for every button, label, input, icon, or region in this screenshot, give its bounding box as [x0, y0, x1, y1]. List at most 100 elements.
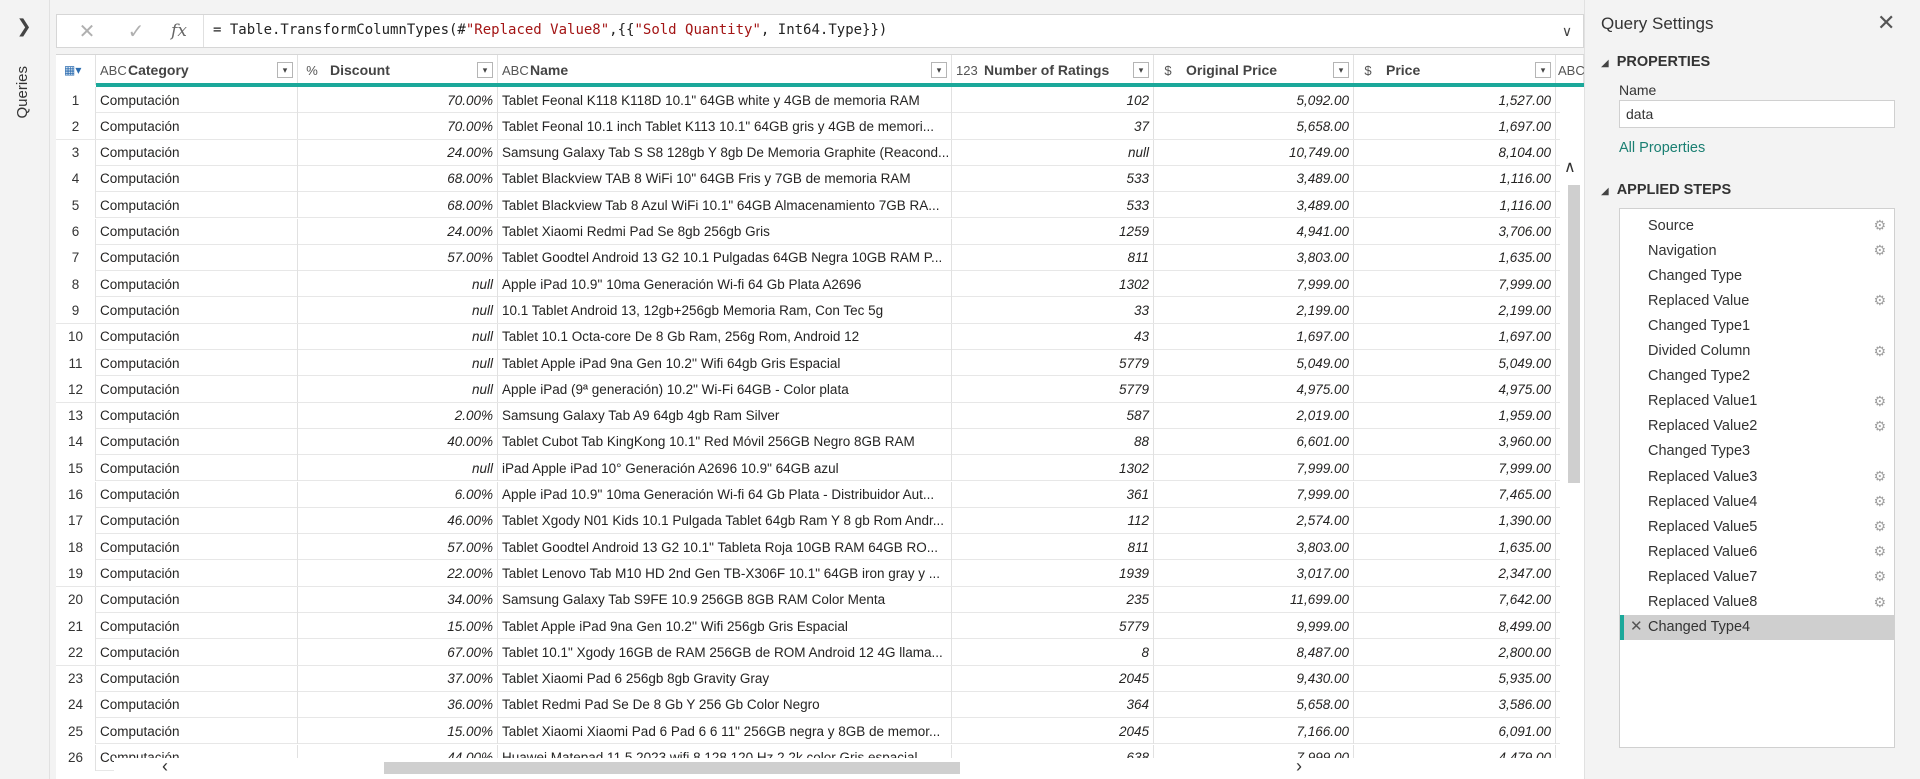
all-properties-link[interactable]: All Properties	[1619, 140, 1705, 156]
cell-price[interactable]: 2,800.00	[1354, 639, 1556, 666]
cell-discount[interactable]: null	[298, 323, 498, 350]
cell-name[interactable]: Tablet Xiaomi Pad 6 256gb 8gb Gravity Gr…	[498, 665, 952, 692]
cell-name[interactable]: Tablet Redmi Pad Se De 8 Gb Y 256 Gb Col…	[498, 691, 952, 718]
cell-category[interactable]: Computación	[96, 323, 298, 350]
properties-section[interactable]: ◢ PROPERTIES	[1601, 54, 1710, 70]
cell-price[interactable]: 2,199.00	[1354, 297, 1556, 324]
scroll-left-icon[interactable]: ‹	[162, 756, 168, 777]
table-row[interactable]: 7 Computación 57.00% Tablet Goodtel Android…	[56, 244, 1584, 272]
cell-price[interactable]: 7,642.00	[1354, 586, 1556, 613]
cell-category[interactable]: Computación	[96, 87, 298, 113]
column-header-price[interactable]: $ Price ▾	[1354, 55, 1556, 85]
cell-price[interactable]: 1,116.00	[1354, 165, 1556, 192]
cell-name[interactable]: Tablet Cubot Tab KingKong 10.1" Red Móvi…	[498, 428, 952, 455]
chevron-right-icon[interactable]: ❯	[14, 16, 34, 36]
cell-discount[interactable]: 37.00%	[298, 665, 498, 692]
cell-name[interactable]: Tablet Lenovo Tab M10 HD 2nd Gen TB-X306…	[498, 560, 952, 587]
cell-discount[interactable]: null	[298, 376, 498, 403]
cell-original[interactable]: 8,487.00	[1154, 639, 1354, 666]
table-row[interactable]: 8 Computación null Apple iPad 10.9'' 10ma G…	[56, 271, 1584, 298]
cell-ratings[interactable]: 811	[952, 534, 1154, 561]
cell-price[interactable]: 3,586.00	[1354, 691, 1556, 718]
cell-ratings[interactable]: 533	[952, 165, 1154, 192]
cell-price[interactable]: 1,697.00	[1354, 113, 1556, 140]
cell-ratings[interactable]: 1302	[952, 271, 1154, 298]
table-row[interactable]: 19 Computación 22.00% Tablet Lenovo Tab M10…	[56, 560, 1584, 587]
table-row[interactable]: 17 Computación 46.00% Tablet Xgody N01 Kids…	[56, 507, 1584, 535]
fx-icon[interactable]: fx	[163, 19, 195, 43]
cell-name[interactable]: Tablet Goodtel Android 13 G2 10.1" Table…	[498, 534, 952, 561]
close-icon[interactable]: ✕	[1877, 10, 1895, 36]
commit-formula-icon[interactable]: ✓	[120, 19, 152, 43]
chevron-down-icon[interactable]: ∨	[1557, 21, 1577, 41]
cell-name[interactable]: Samsung Galaxy Tab S S8 128gb Y 8gb De M…	[498, 139, 952, 166]
cell-ratings[interactable]: 5779	[952, 613, 1154, 639]
table-row[interactable]: 2 Computación 70.00% Tablet Feonal 10.1 inc…	[56, 113, 1584, 140]
cell-category[interactable]: Computación	[96, 297, 298, 324]
cell-name[interactable]: iPad Apple iPad 10° Generación A2696 10.…	[498, 455, 952, 482]
gear-icon[interactable]: ⚙	[1873, 518, 1886, 535]
cell-category[interactable]: Computación	[96, 376, 298, 403]
cell-ratings[interactable]: 2045	[952, 665, 1154, 692]
column-type-icon[interactable]: %	[302, 63, 322, 78]
cell-price[interactable]: 3,706.00	[1354, 218, 1556, 245]
table-row[interactable]: 6 Computación 24.00% Tablet Xiaomi Redmi Pa…	[56, 218, 1584, 245]
cell-ratings[interactable]: 112	[952, 507, 1154, 534]
delete-step-icon[interactable]: ✕	[1630, 617, 1643, 635]
cell-price[interactable]: 8,104.00	[1354, 139, 1556, 166]
cell-name[interactable]: Tablet 10.1" Xgody 16GB de RAM 256GB de …	[498, 639, 952, 666]
cell-name[interactable]: Tablet Xiaomi Redmi Pad Se 8gb 256gb Gri…	[498, 218, 952, 245]
cell-category[interactable]: Computación	[96, 586, 298, 613]
cell-original[interactable]: 7,999.00	[1154, 455, 1354, 482]
column-type-icon[interactable]: $	[1158, 63, 1178, 78]
formula-bar[interactable]: ✕ ✓ fx = Table.TransformColumnTypes(#"Re…	[56, 14, 1584, 48]
table-row[interactable]: 23 Computación 37.00% Tablet Xiaomi Pad 6 2…	[56, 665, 1584, 692]
cell-category[interactable]: Computación	[96, 455, 298, 482]
cell-price[interactable]: 1,635.00	[1354, 534, 1556, 561]
cell-name[interactable]: Tablet 10.1 Octa-core De 8 Gb Ram, 256g …	[498, 323, 952, 350]
cell-ratings[interactable]: 361	[952, 481, 1154, 508]
table-row[interactable]: 11 Computación null Tablet Apple iPad 9na G…	[56, 350, 1584, 377]
cell-ratings[interactable]: 37	[952, 113, 1154, 140]
applied-step[interactable]: Changed Type	[1620, 263, 1894, 288]
table-row[interactable]: 25 Computación 15.00% Tablet Xiaomi Xiaomi …	[56, 718, 1584, 745]
cell-category[interactable]: Computación	[96, 481, 298, 508]
cell-original[interactable]: 11,699.00	[1154, 586, 1354, 613]
cell-ratings[interactable]: 5779	[952, 376, 1154, 403]
applied-step[interactable]: Replaced Value1 ⚙	[1620, 389, 1894, 414]
cell-price[interactable]: 2,347.00	[1354, 560, 1556, 587]
cell-price[interactable]: 7,465.00	[1354, 481, 1556, 508]
cell-name[interactable]: Tablet Apple iPad 9na Gen 10.2'' Wifi 64…	[498, 350, 952, 376]
cell-price[interactable]: 6,091.00	[1354, 718, 1556, 745]
horizontal-scrollbar[interactable]: ‹ ›	[114, 756, 1574, 777]
horizontal-scroll-thumb[interactable]	[384, 762, 960, 774]
cell-discount[interactable]: 2.00%	[298, 402, 498, 429]
cell-name[interactable]: Tablet Goodtel Android 13 G2 10.1 Pulgad…	[498, 244, 952, 271]
cell-original[interactable]: 7,999.00	[1154, 481, 1354, 508]
cell-discount[interactable]: 34.00%	[298, 586, 498, 613]
cell-ratings[interactable]: 587	[952, 402, 1154, 429]
cell-name[interactable]: Apple iPad 10.9'' 10ma Generación Wi-fi …	[498, 481, 952, 508]
cell-original[interactable]: 9,999.00	[1154, 613, 1354, 639]
applied-step[interactable]: Replaced Value2 ⚙	[1620, 414, 1894, 439]
column-header-original-price[interactable]: $ Original Price ▾	[1154, 55, 1354, 85]
table-row[interactable]: 24 Computación 36.00% Tablet Redmi Pad Se D…	[56, 691, 1584, 719]
table-row[interactable]: 20 Computación 34.00% Samsung Galaxy Tab S9…	[56, 586, 1584, 613]
applied-step[interactable]: Replaced Value5 ⚙	[1620, 514, 1894, 539]
query-name-input[interactable]: data	[1619, 100, 1895, 128]
cell-price[interactable]: 1,697.00	[1354, 323, 1556, 350]
cell-category[interactable]: Computación	[96, 402, 298, 429]
gear-icon[interactable]: ⚙	[1873, 217, 1886, 234]
cell-category[interactable]: Computación	[96, 718, 298, 745]
applied-step[interactable]: Replaced Value8 ⚙	[1620, 590, 1894, 615]
table-row[interactable]: 13 Computación 2.00% Samsung Galaxy Tab A9 …	[56, 402, 1584, 429]
table-row[interactable]: 3 Computación 24.00% Samsung Galaxy Tab S S…	[56, 139, 1584, 166]
cell-category[interactable]: Computación	[96, 507, 298, 534]
cell-category[interactable]: Computación	[96, 428, 298, 455]
scroll-up-icon[interactable]: ∧	[1564, 157, 1576, 177]
cell-original[interactable]: 7,166.00	[1154, 718, 1354, 745]
cell-original[interactable]: 3,803.00	[1154, 534, 1354, 561]
cell-ratings[interactable]: 33	[952, 297, 1154, 324]
applied-step[interactable]: Replaced Value7 ⚙	[1620, 564, 1894, 589]
cell-ratings[interactable]: 8	[952, 639, 1154, 666]
